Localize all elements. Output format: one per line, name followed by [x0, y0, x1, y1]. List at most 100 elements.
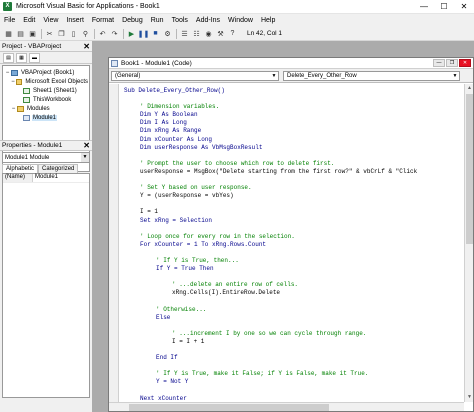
menu-window[interactable]: Window	[224, 17, 257, 24]
code-text[interactable]: Sub Delete_Every_Other_Row() ' Dimension …	[124, 87, 417, 402]
property-row[interactable]: (Name) Module1	[3, 174, 89, 183]
view-code-icon[interactable]: ▤	[3, 52, 14, 63]
code-line[interactable]: userResponse = MsgBox("Delete starting f…	[124, 168, 417, 176]
tree-node-excel-objects[interactable]: − Microsoft Excel Objects	[3, 77, 89, 86]
code-line[interactable]: Set xRng = Selection	[124, 217, 417, 225]
code-line[interactable]	[124, 362, 417, 370]
tree-node-thisworkbook[interactable]: ThisWorkbook	[3, 95, 89, 104]
code-line[interactable]: Next xCounter	[124, 395, 417, 402]
code-line[interactable]: ' Prompt the user to choose which row to…	[124, 160, 417, 168]
redo-icon[interactable]: ↷	[109, 28, 120, 39]
find-icon[interactable]: ⚲	[80, 28, 91, 39]
scroll-up-icon[interactable]: ▲	[465, 84, 474, 93]
break-icon[interactable]: ❚❚	[138, 28, 150, 39]
chevron-down-icon[interactable]: ▼	[451, 72, 459, 80]
code-line[interactable]: ' Otherwise...	[124, 306, 417, 314]
margin-indicator-bar[interactable]	[109, 84, 119, 402]
minimize-button[interactable]: —	[414, 0, 434, 14]
object-select[interactable]: Module1 Module ▼	[2, 152, 90, 163]
code-line[interactable]	[124, 297, 417, 305]
menu-insert[interactable]: Insert	[62, 17, 88, 24]
close-icon[interactable]: ✕	[83, 42, 90, 51]
insert-module-icon[interactable]: ▤	[15, 28, 26, 39]
code-line[interactable]: Dim xCounter As Long	[124, 136, 417, 144]
menu-format[interactable]: Format	[88, 17, 118, 24]
horizontal-scrollbar[interactable]	[109, 402, 464, 411]
code-line[interactable]: I = 1	[124, 208, 417, 216]
code-line[interactable]: ' Dimension variables.	[124, 103, 417, 111]
code-line[interactable]	[124, 200, 417, 208]
cut-icon[interactable]: ✂	[44, 28, 55, 39]
project-explorer-icon[interactable]: ☰	[179, 28, 190, 39]
toolbox-icon[interactable]: ⚒	[215, 28, 226, 39]
scroll-thumb[interactable]	[466, 94, 473, 244]
code-line[interactable]: ' If Y is True, then...	[124, 257, 417, 265]
code-line[interactable]: End If	[124, 354, 417, 362]
scroll-down-icon[interactable]: ▼	[465, 393, 474, 402]
design-mode-icon[interactable]: ⚙	[162, 28, 173, 39]
code-line[interactable]: ' ...increment I by one so we can cycle …	[124, 330, 417, 338]
code-line[interactable]	[124, 346, 417, 354]
code-editor[interactable]: Sub Delete_Every_Other_Row() ' Dimension …	[109, 84, 464, 402]
undo-icon[interactable]: ↶	[97, 28, 108, 39]
close-icon[interactable]: ✕	[83, 141, 90, 150]
menu-help[interactable]: Help	[257, 17, 279, 24]
collapse-icon[interactable]: −	[4, 70, 11, 76]
menu-run[interactable]: Run	[147, 17, 168, 24]
reset-icon[interactable]: ■	[150, 28, 161, 39]
tree-node-modules[interactable]: − Modules	[3, 104, 89, 113]
code-line[interactable]: xRng.Cells(I).EntireRow.Delete	[124, 289, 417, 297]
code-line[interactable]	[124, 322, 417, 330]
menu-add-ins[interactable]: Add-Ins	[192, 17, 224, 24]
chevron-down-icon[interactable]: ▼	[81, 153, 89, 162]
code-line[interactable]: Else	[124, 314, 417, 322]
code-line[interactable]	[124, 176, 417, 184]
maximize-button[interactable]: ☐	[434, 0, 454, 14]
menu-debug[interactable]: Debug	[118, 17, 147, 24]
menu-file[interactable]: File	[0, 17, 19, 24]
object-combo[interactable]: (General) ▼	[111, 70, 279, 81]
toggle-folders-icon[interactable]: ▬	[29, 52, 40, 63]
close-icon[interactable]: ✕	[459, 59, 471, 67]
view-object-icon[interactable]: ▦	[16, 52, 27, 63]
scroll-thumb[interactable]	[129, 404, 329, 411]
save-icon[interactable]: ▣	[27, 28, 38, 39]
code-line[interactable]: Y = Not Y	[124, 378, 417, 386]
menu-view[interactable]: View	[39, 17, 62, 24]
code-line[interactable]: ' Loop once for every row in the selecti…	[124, 233, 417, 241]
menu-tools[interactable]: Tools	[168, 17, 192, 24]
code-line[interactable]: Y = (userResponse = vbYes)	[124, 192, 417, 200]
code-line[interactable]: Dim userResponse As VbMsgBoxResult	[124, 144, 417, 152]
menu-edit[interactable]: Edit	[19, 17, 39, 24]
tree-node-vbaproject[interactable]: − VBAProject (Book1)	[3, 68, 89, 77]
code-line[interactable]	[124, 95, 417, 103]
tab-categorized[interactable]: Categorized	[38, 164, 79, 173]
run-icon[interactable]: ▶	[126, 28, 137, 39]
vertical-scrollbar[interactable]: ▲ ▼	[464, 84, 473, 402]
minimize-icon[interactable]: —	[433, 59, 445, 67]
tab-alphabetic[interactable]: Alphabetic	[2, 164, 39, 173]
close-button[interactable]: ✕	[454, 0, 474, 14]
code-line[interactable]: Dim Y As Boolean	[124, 111, 417, 119]
collapse-icon[interactable]: −	[10, 106, 17, 112]
properties-window-icon[interactable]: ☷	[191, 28, 202, 39]
code-line[interactable]: I = I + 1	[124, 338, 417, 346]
code-line[interactable]: Sub Delete_Every_Other_Row()	[124, 87, 417, 95]
code-line[interactable]: ' If Y is True, make it False; if Y is F…	[124, 370, 417, 378]
excel-view-icon[interactable]: ▦	[3, 28, 14, 39]
code-line[interactable]	[124, 152, 417, 160]
code-line[interactable]	[124, 273, 417, 281]
code-line[interactable]: Dim xRng As Range	[124, 127, 417, 135]
code-line[interactable]: Dim I As Long	[124, 119, 417, 127]
tree-node-module1[interactable]: Module1	[3, 113, 89, 122]
code-line[interactable]: ' Set Y based on user response.	[124, 184, 417, 192]
code-line[interactable]	[124, 249, 417, 257]
code-line[interactable]	[124, 225, 417, 233]
procedure-combo[interactable]: Delete_Every_Other_Row ▼	[283, 70, 460, 81]
copy-icon[interactable]: ❐	[56, 28, 67, 39]
help-icon[interactable]: ?	[227, 28, 238, 39]
code-line[interactable]: ' ...delete an entire row of cells.	[124, 281, 417, 289]
tree-node-sheet1[interactable]: Sheet1 (Sheet1)	[3, 86, 89, 95]
object-browser-icon[interactable]: ◉	[203, 28, 214, 39]
code-line[interactable]	[124, 386, 417, 394]
